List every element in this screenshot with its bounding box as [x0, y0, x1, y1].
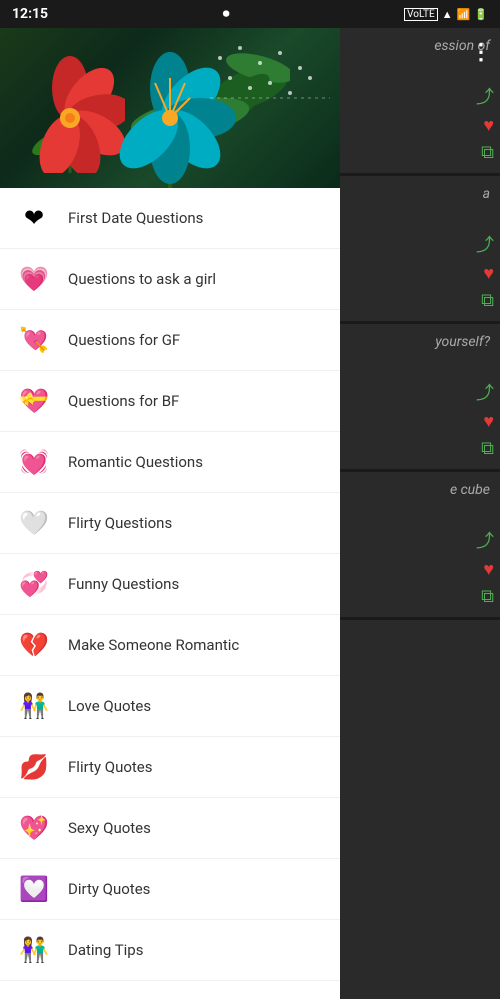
copy-icon-3[interactable]: ⧉: [481, 438, 494, 459]
navigation-drawer: ❤ First Date Questions 💗 Questions to ask a…: [0, 28, 340, 999]
wifi-icon: ▲: [442, 8, 453, 21]
share-icon-3[interactable]: ⤴: [476, 379, 494, 405]
copy-icon-1[interactable]: ⧉: [481, 142, 494, 163]
sexy-quotes-icon: 💖: [16, 810, 52, 846]
questions-for-bf-label: Questions for BF: [68, 392, 179, 410]
love-quotes-icon: 👫: [16, 688, 52, 724]
copy-icon-4[interactable]: ⧉: [481, 586, 494, 607]
make-someone-romantic-label: Make Someone Romantic: [68, 636, 239, 654]
heart-icon-4[interactable]: ♥: [483, 559, 494, 580]
menu-item-first-date-questions[interactable]: ❤ First Date Questions: [0, 188, 340, 249]
make-someone-romantic-icon: 💔: [16, 627, 52, 663]
share-icon-2[interactable]: ⤴: [476, 231, 494, 257]
overflow-menu-icon: ⋮: [470, 40, 492, 65]
flirty-quotes-label: Flirty Quotes: [68, 758, 153, 776]
copy-icon-2[interactable]: ⧉: [481, 290, 494, 311]
signal-icon: 📶: [457, 8, 471, 21]
romantic-questions-label: Romantic Questions: [68, 453, 203, 471]
first-date-questions-label: First Date Questions: [68, 209, 203, 227]
first-date-questions-icon: ❤: [16, 200, 52, 236]
menu-item-flirty-questions[interactable]: 🤍 Flirty Questions: [0, 493, 340, 554]
funny-questions-icon: 💞: [16, 566, 52, 602]
menu-item-make-someone-romantic[interactable]: 💔 Make Someone Romantic: [0, 615, 340, 676]
card-3-text: yourself?: [435, 334, 494, 350]
status-dot-icon: ⏺: [223, 6, 230, 22]
menu-item-questions-for-bf[interactable]: 💝 Questions for BF: [0, 371, 340, 432]
sexy-quotes-label: Sexy Quotes: [68, 819, 151, 837]
menu-item-questions-for-gf[interactable]: 💘 Questions for GF: [0, 310, 340, 371]
menu-item-love-quotes[interactable]: 👫 Love Quotes: [0, 676, 340, 737]
menu-item-favorites[interactable]: ❤Favorites: [0, 981, 340, 999]
dirty-quotes-label: Dirty Quotes: [68, 880, 150, 898]
menu-item-dirty-quotes[interactable]: 💟 Dirty Quotes: [0, 859, 340, 920]
status-icons: VoLTE ▲ 📶 🔋: [404, 8, 488, 21]
card-2-actions: ⤴ ♥ ⧉: [476, 231, 494, 311]
questions-for-gf-icon: 💘: [16, 322, 52, 358]
funny-questions-label: Funny Questions: [68, 575, 179, 593]
romantic-questions-icon: 💓: [16, 444, 52, 480]
menu-item-sexy-quotes[interactable]: 💖 Sexy Quotes: [0, 798, 340, 859]
dating-tips-label: Dating Tips: [68, 941, 143, 959]
battery-icon: 🔋: [474, 8, 488, 21]
questions-for-gf-label: Questions for GF: [68, 331, 180, 349]
flirty-quotes-icon: 💋: [16, 749, 52, 785]
quote-card-2: a ⤴ ♥ ⧉: [340, 176, 500, 324]
questions-for-bf-icon: 💝: [16, 383, 52, 419]
menu-item-flirty-quotes[interactable]: 💋 Flirty Quotes: [0, 737, 340, 798]
card-4-text: e cube: [450, 482, 494, 498]
card-1-actions: ⤴ ♥ ⧉: [476, 83, 494, 163]
heart-icon-2[interactable]: ♥: [483, 263, 494, 284]
card-4-actions: ⤴ ♥ ⧉: [476, 527, 494, 607]
flirty-questions-icon: 🤍: [16, 505, 52, 541]
menu-item-questions-to-ask-girl[interactable]: 💗 Questions to ask a girl: [0, 249, 340, 310]
menu-item-romantic-questions[interactable]: 💓 Romantic Questions: [0, 432, 340, 493]
decorative-dots: [200, 38, 340, 128]
flirty-questions-label: Flirty Questions: [68, 514, 172, 532]
card-3-actions: ⤴ ♥ ⧉: [476, 379, 494, 459]
questions-to-ask-girl-label: Questions to ask a girl: [68, 270, 216, 288]
love-quotes-label: Love Quotes: [68, 697, 151, 715]
menu-item-funny-questions[interactable]: 💞 Funny Questions: [0, 554, 340, 615]
dating-tips-icon: 👫: [16, 932, 52, 968]
menu-item-dating-tips[interactable]: 👫 Dating Tips: [0, 920, 340, 981]
volte-icon: VoLTE: [404, 8, 438, 21]
drawer-header: [0, 28, 340, 188]
heart-icon-3[interactable]: ♥: [483, 411, 494, 432]
menu-items-list: ❤ First Date Questions 💗 Questions to ask a…: [0, 188, 340, 999]
questions-to-ask-girl-icon: 💗: [16, 261, 52, 297]
status-time: 12:15: [12, 6, 48, 22]
favorites-icon: ❤: [16, 993, 52, 999]
quote-card-3: yourself? ⤴ ♥ ⧉: [340, 324, 500, 472]
share-icon-1[interactable]: ⤴: [476, 83, 494, 109]
dirty-quotes-icon: 💟: [16, 871, 52, 907]
card-2-text: a: [483, 186, 494, 202]
share-icon-4[interactable]: ⤴: [476, 527, 494, 553]
heart-icon-1[interactable]: ♥: [483, 115, 494, 136]
right-panel: ession of ⤴ ♥ ⧉ a ⤴ ♥ ⧉ yourself? ⤴ ♥ ⧉ …: [340, 28, 500, 999]
quote-card-4: e cube ⤴ ♥ ⧉: [340, 472, 500, 620]
overflow-menu-button[interactable]: ⋮: [470, 40, 492, 65]
status-bar: 12:15 ⏺ VoLTE ▲ 📶 🔋: [0, 0, 500, 28]
